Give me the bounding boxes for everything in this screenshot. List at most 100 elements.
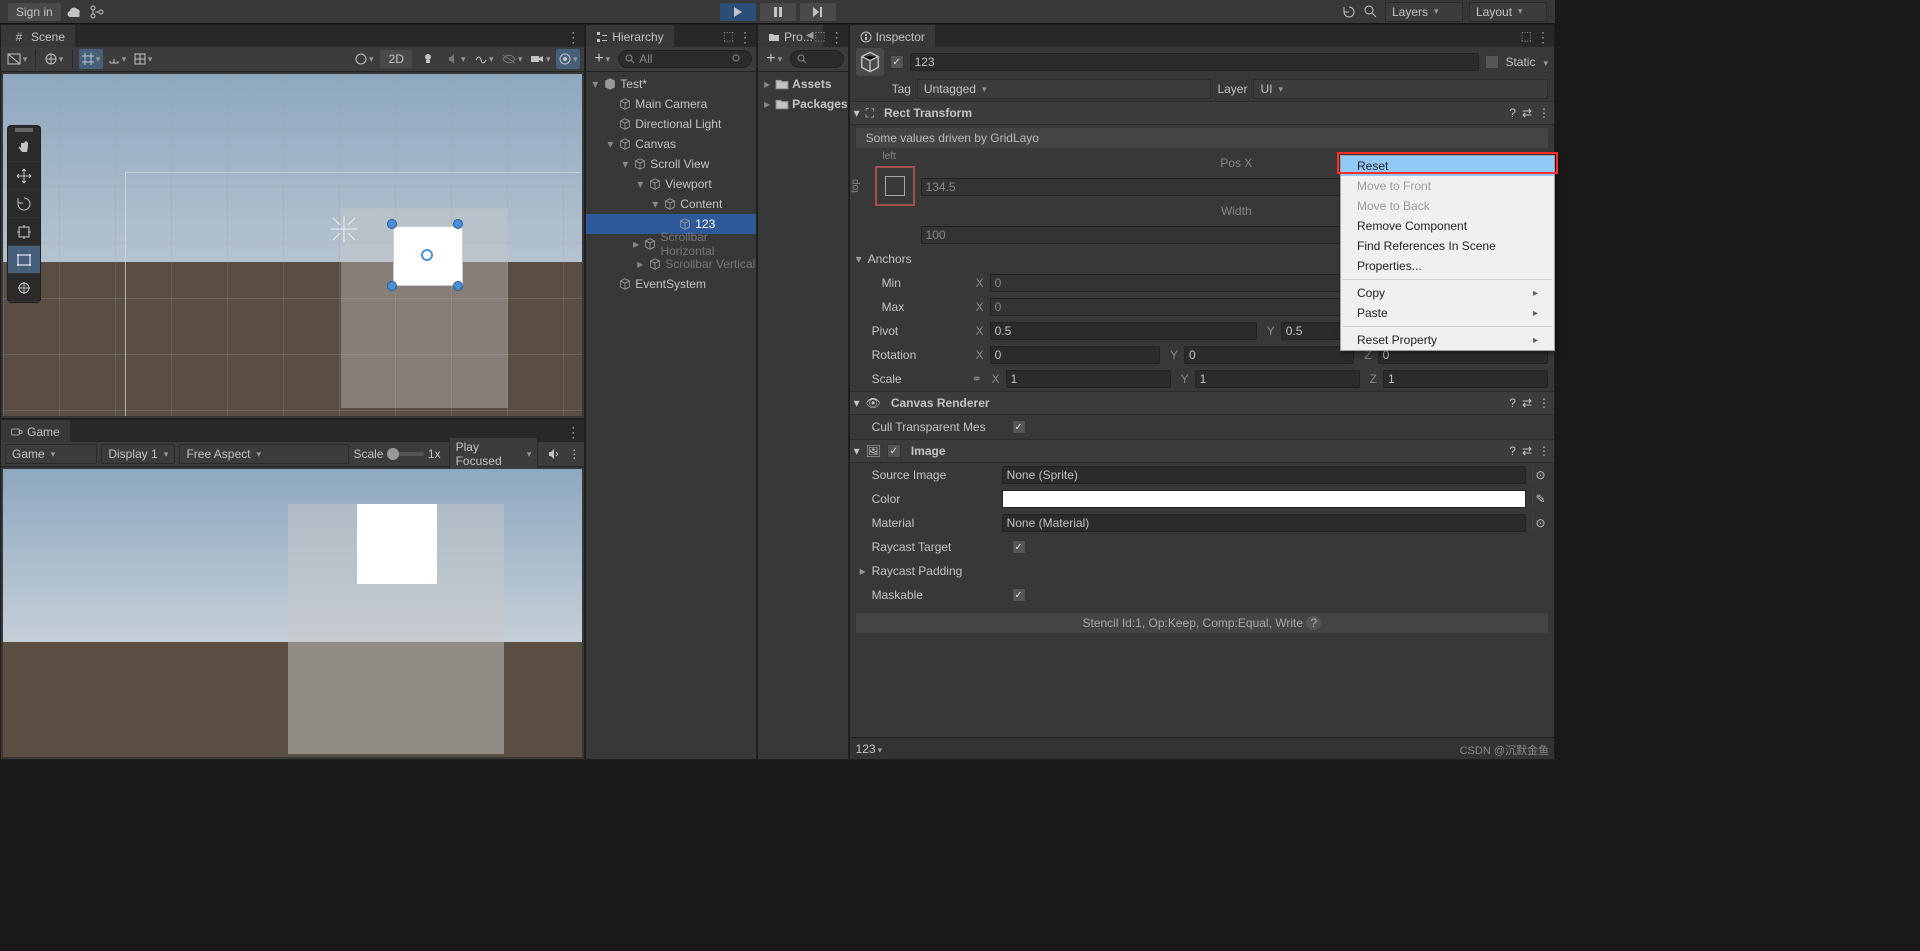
context-menu-item[interactable]: Reset: [1341, 156, 1554, 176]
panel-menu-icon[interactable]: ⋮: [738, 29, 752, 46]
layers-dropdown[interactable]: Layers: [1385, 2, 1463, 22]
cloud-icon[interactable]: [67, 4, 83, 20]
create-button[interactable]: +: [590, 49, 614, 69]
help-icon[interactable]: ?: [1509, 106, 1516, 120]
rect-handle[interactable]: [387, 219, 397, 229]
tree-row[interactable]: ▸Packages: [758, 94, 847, 114]
fx-button[interactable]: [472, 49, 496, 69]
project-search[interactable]: [790, 50, 843, 68]
hierarchy-tab[interactable]: Hierarchy: [586, 25, 673, 47]
draw-mode-button[interactable]: [5, 49, 29, 69]
object-picker-icon[interactable]: ⊙: [1532, 467, 1548, 483]
tree-row[interactable]: ▾Test*: [586, 74, 756, 94]
preset-icon[interactable]: ⇄: [1522, 396, 1532, 410]
maskable-checkbox[interactable]: [1012, 588, 1026, 602]
tree-row[interactable]: ▾Scroll View: [586, 154, 756, 174]
mute-button[interactable]: [542, 444, 564, 464]
raycast-checkbox[interactable]: [1012, 540, 1026, 554]
lock-icon[interactable]: ⬚: [723, 29, 734, 43]
pivot-x[interactable]: [990, 322, 1257, 340]
active-checkbox[interactable]: [890, 55, 904, 69]
source-image-field[interactable]: None (Sprite): [1002, 466, 1526, 484]
play-button[interactable]: [720, 3, 756, 21]
scale-y[interactable]: [1195, 370, 1360, 388]
hierarchy-tree[interactable]: ▾Test*Main CameraDirectional Light▾Canva…: [586, 72, 756, 296]
image-header[interactable]: ▾🖼 Image ? ⇄ ⋮: [850, 439, 1554, 463]
preset-icon[interactable]: ⇄: [1522, 106, 1532, 120]
rect-handle[interactable]: [387, 281, 397, 291]
help-icon[interactable]: ?: [1509, 444, 1516, 458]
pivot-handle[interactable]: [421, 249, 433, 261]
static-checkbox[interactable]: [1485, 55, 1499, 69]
play-focused-dropdown[interactable]: Play Focused: [449, 437, 539, 471]
scale-z[interactable]: [1383, 370, 1548, 388]
layout-dropdown[interactable]: Layout: [1469, 2, 1547, 22]
snap-increment-button[interactable]: [105, 49, 129, 69]
anchor-gizmo[interactable]: [329, 214, 359, 244]
component-context-menu[interactable]: ResetMove to FrontMove to BackRemove Com…: [1340, 155, 1555, 351]
preset-icon[interactable]: ⇄: [1522, 444, 1532, 458]
grid-snap-button[interactable]: [79, 49, 103, 69]
game-view[interactable]: [3, 469, 582, 757]
context-menu-item[interactable]: Remove Component: [1341, 216, 1554, 236]
tree-row[interactable]: Main Camera: [586, 94, 756, 114]
object-picker-icon[interactable]: ⊙: [1532, 515, 1548, 531]
rot-x[interactable]: [990, 346, 1160, 364]
aspect-dropdown[interactable]: Free Aspect: [179, 444, 349, 464]
scene-tab[interactable]: # Scene: [1, 25, 75, 47]
version-control-icon[interactable]: [89, 4, 105, 20]
preview-bar[interactable]: 123: [850, 737, 1554, 759]
tree-row[interactable]: ▸Scrollbar Horizontal: [586, 234, 756, 254]
panel-menu-icon[interactable]: ⋮: [566, 29, 580, 46]
gizmos-button[interactable]: [556, 49, 580, 69]
sign-in-button[interactable]: Sign in: [8, 3, 61, 21]
tree-row[interactable]: ▸Assets: [758, 74, 847, 94]
context-menu-item[interactable]: Properties...: [1341, 256, 1554, 276]
lock-icon[interactable]: ⬚: [1521, 29, 1532, 43]
component-menu-icon[interactable]: ⋮: [1538, 396, 1550, 410]
rotate-tool[interactable]: [8, 190, 40, 218]
rot-y[interactable]: [1184, 346, 1354, 364]
tree-row[interactable]: ▾Viewport: [586, 174, 756, 194]
shading-button[interactable]: [42, 49, 66, 69]
camera-button[interactable]: [528, 49, 552, 69]
create-button[interactable]: +: [762, 49, 786, 69]
pause-button[interactable]: [760, 3, 796, 21]
undo-history-icon[interactable]: [1341, 4, 1357, 20]
context-menu-item[interactable]: Copy: [1341, 283, 1554, 303]
nav-back-icon[interactable]: ◀: [806, 30, 814, 41]
search-icon[interactable]: [1363, 4, 1379, 20]
hierarchy-search[interactable]: All: [618, 50, 752, 68]
game-device-dropdown[interactable]: Game: [5, 444, 97, 464]
tree-row[interactable]: EventSystem: [586, 274, 756, 294]
visibility-button[interactable]: [500, 49, 524, 69]
panel-menu-icon[interactable]: ⋮: [566, 424, 580, 441]
component-menu-icon[interactable]: ⋮: [1538, 106, 1550, 120]
display-dropdown[interactable]: Display 1: [101, 444, 175, 464]
component-menu-icon[interactable]: ⋮: [1538, 444, 1550, 458]
canvas-renderer-header[interactable]: ▾👁 Canvas Renderer ? ⇄ ⋮: [850, 391, 1554, 415]
move-tool[interactable]: [8, 162, 40, 190]
raycast-padding-label[interactable]: Raycast Padding: [872, 564, 963, 578]
help-icon[interactable]: ?: [1509, 396, 1516, 410]
image-enabled-checkbox[interactable]: [887, 444, 901, 458]
scene-view[interactable]: [3, 74, 582, 416]
tree-row[interactable]: ▾Canvas: [586, 134, 756, 154]
scale-x[interactable]: [1006, 370, 1171, 388]
lighting-button[interactable]: [416, 49, 440, 69]
audio-button[interactable]: [444, 49, 468, 69]
static-dropdown[interactable]: [1541, 55, 1548, 69]
tree-row[interactable]: Directional Light: [586, 114, 756, 134]
context-menu-item[interactable]: Paste: [1341, 303, 1554, 323]
step-button[interactable]: [800, 3, 836, 21]
anchor-preset-button[interactable]: [875, 166, 915, 206]
eyedropper-icon[interactable]: ✎: [1532, 491, 1548, 507]
tag-dropdown[interactable]: Untagged: [917, 79, 1212, 99]
rect-transform-header[interactable]: ▾⛶ Rect Transform ? ⇄ ⋮: [850, 101, 1554, 125]
scale-tool[interactable]: [8, 218, 40, 246]
search-filter-icon[interactable]: [729, 51, 745, 67]
inspector-tab[interactable]: Inspector: [850, 25, 935, 47]
context-menu-item[interactable]: Find References In Scene: [1341, 236, 1554, 256]
anchors-label[interactable]: Anchors: [868, 252, 912, 266]
object-name-input[interactable]: [910, 53, 1480, 71]
